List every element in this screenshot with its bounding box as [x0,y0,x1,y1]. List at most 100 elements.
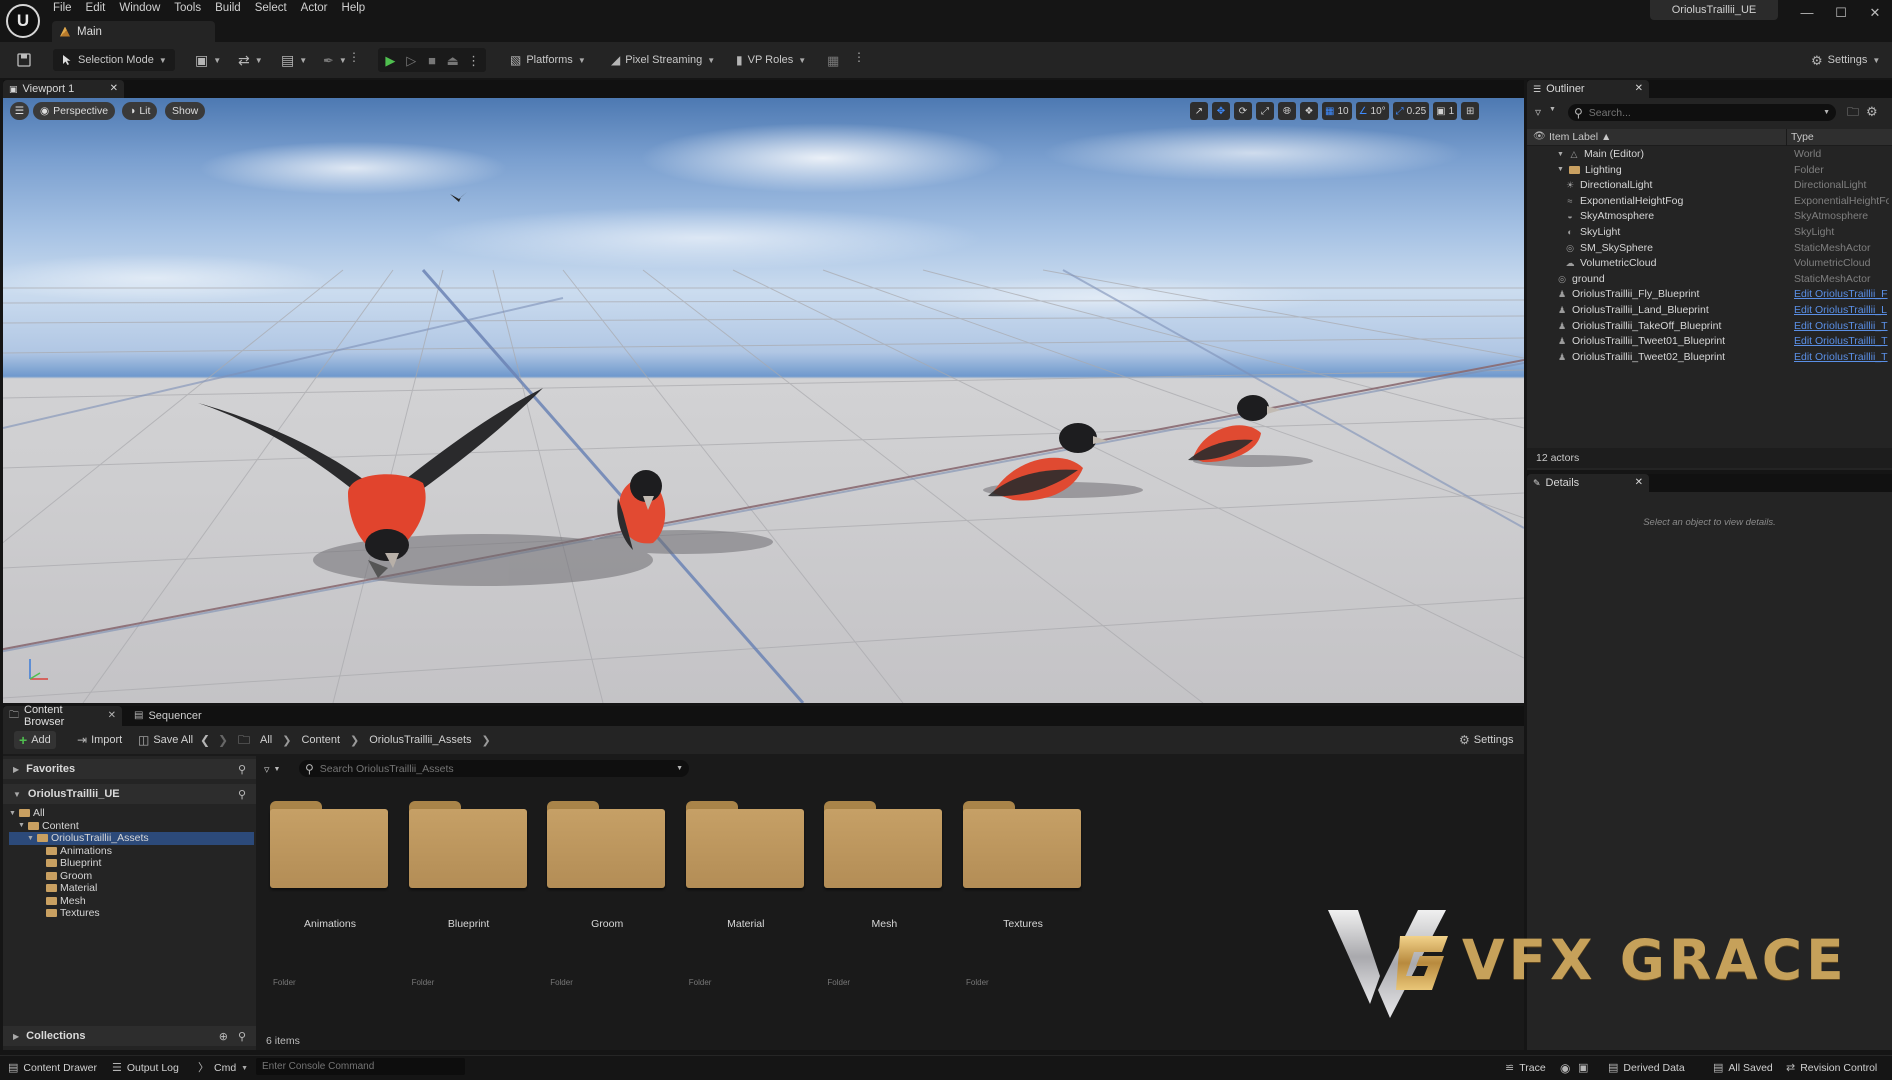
edit-blueprint-link[interactable]: Edit OriolusTraillii_T [1794,335,1889,347]
outliner-row[interactable]: ◎ SM_SkySphere StaticMeshActor [1527,241,1892,256]
search-icon[interactable]: ⚲ [238,788,246,801]
tab-content-browser[interactable]: 🗀︎ Content Browser ✕ [3,704,122,728]
more-options-icon[interactable]: ⋮ [853,50,865,64]
import-button[interactable]: ⇥ Import [72,731,127,749]
lit-button[interactable]: ◑ Lit [122,102,158,120]
outliner-row[interactable]: ♟ OriolusTraillii_Land_Blueprint Edit Orio… [1527,303,1892,318]
tree-item[interactable]: Animations [9,845,254,858]
show-button[interactable]: Show [165,102,206,120]
level-viewport[interactable] [3,98,1524,703]
add-actor-button[interactable]: ▣ ▼ [190,49,226,71]
tree-item[interactable]: ▼ All [9,807,254,820]
cinematics-button[interactable]: ▤ ▼ [276,49,312,71]
eye-icon[interactable]: 👁︎ [1533,132,1546,142]
tree-item[interactable]: Groom [9,870,254,883]
chevron-right-icon[interactable]: ❯ [282,734,291,747]
close-icon[interactable]: ✕ [110,84,118,94]
unreal-logo-icon[interactable]: U [6,4,40,38]
tab-sequencer[interactable]: ▤ Sequencer [128,706,218,726]
menu-actor[interactable]: Actor [294,1,335,15]
edit-blueprint-link[interactable]: Edit OriolusTraillii_F [1794,288,1889,300]
asset-tile[interactable]: Material Folder [681,798,806,990]
tree-item[interactable]: Blueprint [9,857,254,870]
chevron-down-icon[interactable]: ▼ [9,810,16,817]
outliner-row[interactable]: ◎ ground StaticMeshActor [1527,272,1892,287]
menu-tools[interactable]: Tools [167,1,208,15]
folder-icon[interactable]: 🗀︎ [238,734,250,746]
chevron-right-icon[interactable]: ❯ [482,734,491,747]
outliner-row[interactable]: ▼ △ Main (Editor) World [1527,147,1892,162]
tab-viewport-1[interactable]: ▣ Viewport 1 ✕ [3,80,124,98]
outliner-row[interactable]: ☀ DirectionalLight DirectionalLight [1527,178,1892,193]
edit-blueprint-link[interactable]: Edit OriolusTraillii_T [1794,351,1889,363]
modes-button[interactable]: ✒ ▼ [318,49,352,71]
vp-roles-dropdown[interactable]: ▮ VP Roles ▼ [731,49,811,71]
viewport-menu-button[interactable]: ☰ [10,102,29,120]
select-tool-icon[interactable]: ↗ [1190,102,1208,120]
outliner-row[interactable]: ♟ OriolusTraillii_Tweet02_Blueprint Edit O… [1527,350,1892,365]
forward-icon[interactable]: ❯ [218,734,228,746]
save-icon[interactable] [12,49,36,71]
chevron-right-icon[interactable]: ❯ [350,734,359,747]
maximize-icon[interactable]: ☐ [1824,2,1858,22]
outliner-row[interactable]: ◒ SkyAtmosphere SkyAtmosphere [1527,209,1892,224]
scale-tool-icon[interactable]: ⤢ [1256,102,1274,120]
surface-snap-icon[interactable]: ❖ [1300,102,1318,120]
chevron-down-icon[interactable]: ▼ [1823,109,1830,116]
collections-header[interactable]: ▶ Collections ⊕ ⚲ [3,1026,256,1046]
play-options-icon[interactable]: ⋮ [466,52,481,68]
asset-tile[interactable]: Mesh Folder [819,798,944,990]
blueprints-button[interactable]: ⇄ ▼ [233,49,268,71]
tab-outliner[interactable]: ☰ Outliner ✕ [1527,80,1649,98]
menu-help[interactable]: Help [335,1,373,15]
add-button[interactable]: + Add [14,731,56,749]
asset-tile[interactable]: Animations Folder [265,798,390,990]
platforms-dropdown[interactable]: ▧ Platforms ▼ [505,49,591,71]
step-icon[interactable]: ▷ [404,52,419,68]
close-icon[interactable]: ✕ [108,711,116,721]
breadcrumb-all[interactable]: All [260,734,272,746]
trace-button[interactable]: ≌ Trace [1505,1061,1546,1075]
back-icon[interactable]: ❮ [200,734,210,746]
menu-window[interactable]: Window [112,1,167,15]
gear-icon[interactable]: ⚙ [1866,105,1878,118]
close-icon[interactable]: ✕ [1635,84,1643,94]
chevron-down-icon[interactable]: ▼ [27,835,34,842]
settings-button[interactable]: ⚙ Settings ▼ [1806,49,1885,71]
chevron-down-icon[interactable]: ▼ [1557,151,1564,158]
chevron-down-icon[interactable]: ▼ [1549,106,1556,113]
search-icon[interactable]: ⚲ [238,1030,246,1043]
edit-blueprint-link[interactable]: Edit OriolusTraillii_L [1794,304,1889,316]
menu-build[interactable]: Build [208,1,248,15]
breadcrumb-content[interactable]: Content [301,734,340,746]
menu-edit[interactable]: Edit [79,1,113,15]
revision-control-button[interactable]: ⇄ Revision Control [1786,1061,1877,1075]
breadcrumb-assets[interactable]: OriolusTraillii_Assets [369,734,471,746]
asset-tile[interactable]: Blueprint Folder [404,798,529,990]
eject-icon[interactable]: ⏏ [445,52,460,68]
cmd-dropdown[interactable]: 〉 Cmd ▼ [198,1061,248,1075]
record-icon[interactable]: ◉ [1560,1061,1570,1075]
chevron-down-icon[interactable]: ▼ [676,765,683,772]
project-header[interactable]: ▼ OriolusTraillii_UE ⚲ [3,784,256,804]
content-drawer-button[interactable]: ▤ Content Drawer [8,1061,97,1075]
move-tool-icon[interactable]: ✥ [1212,102,1230,120]
world-space-icon[interactable]: 🌐︎ [1278,102,1296,120]
outliner-row[interactable]: ▼ Lighting Folder [1527,163,1892,178]
outliner-row[interactable]: ♟ OriolusTraillii_Tweet01_Blueprint Edit O… [1527,334,1892,349]
asset-search-input[interactable] [319,762,671,775]
chevron-down-icon[interactable]: ▼ [1557,166,1564,173]
filter-icon[interactable]: ▿ [1535,106,1541,118]
derived-data-button[interactable]: ▤ Derived Data [1608,1061,1685,1075]
tree-item[interactable]: Textures [9,907,254,920]
outliner-search-input[interactable] [1588,106,1809,119]
minimize-icon[interactable]: — [1790,2,1824,22]
outliner-row[interactable]: ◐ SkyLight SkyLight [1527,225,1892,240]
asset-tile[interactable]: Groom Folder [542,798,667,990]
level-tab[interactable]: Main [52,21,215,42]
camera-speed-button[interactable]: ▣ 1 [1433,102,1458,120]
outliner-row[interactable]: ☁ VolumetricCloud VolumetricCloud [1527,256,1892,271]
more-options-icon[interactable]: ⋮ [348,50,360,64]
console-command-input[interactable] [256,1058,465,1075]
stop-icon[interactable]: ■ [425,52,440,68]
